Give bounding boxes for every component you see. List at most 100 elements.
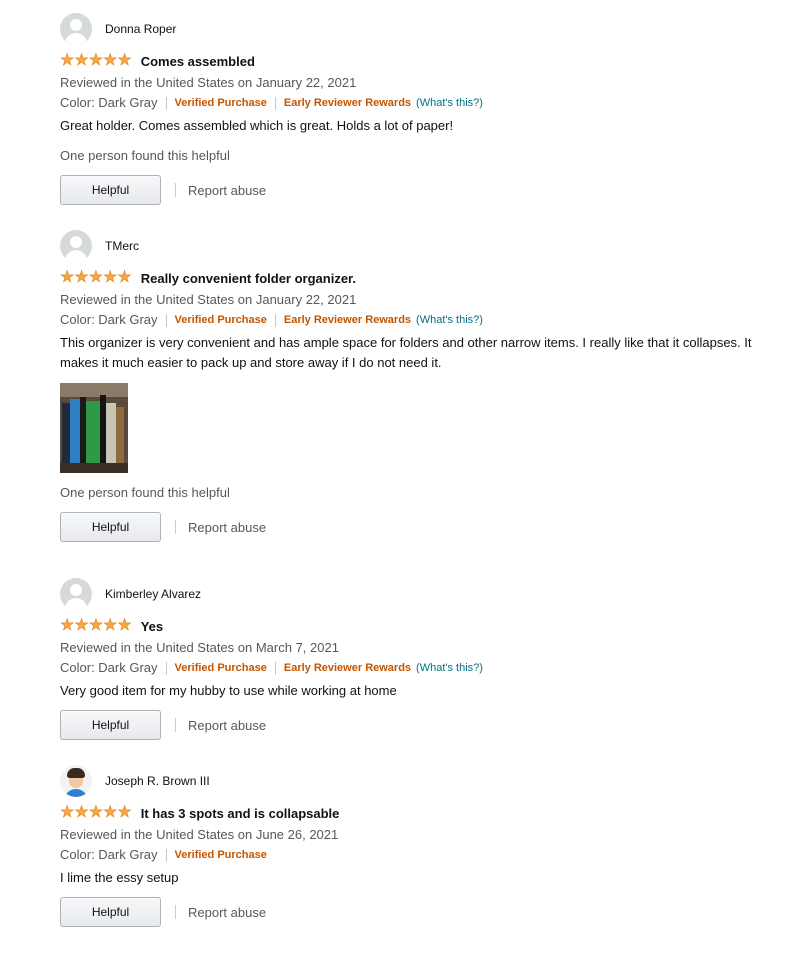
divider: [274, 96, 276, 110]
star-icon: ★: [103, 617, 118, 634]
review-actions: Helpful Report abuse: [60, 511, 760, 543]
review-date: Reviewed in the United States on January…: [60, 75, 357, 90]
star-rating[interactable]: ★ ★ ★ ★ ★: [60, 617, 132, 634]
color-variant[interactable]: Color: Dark Gray: [60, 845, 158, 865]
report-abuse-link[interactable]: Report abuse: [188, 183, 266, 198]
review-tags: Color: Dark Gray Verified Purchase Early…: [60, 310, 760, 330]
helpful-button[interactable]: Helpful: [60, 897, 161, 927]
helpful-count: One person found this helpful: [60, 148, 230, 163]
star-icon: ★: [88, 52, 104, 69]
folder-organizer-photo-icon: [60, 383, 128, 473]
helpful-button[interactable]: Helpful: [60, 512, 161, 542]
whats-this-link[interactable]: (What's this?): [416, 658, 483, 678]
review-date: Reviewed in the United States on March 7…: [60, 640, 339, 655]
star-icon: ★: [103, 52, 118, 69]
verified-purchase-badge: Verified Purchase: [174, 97, 267, 109]
star-icon: ★: [74, 52, 89, 69]
review-title[interactable]: Really convenient folder organizer.: [141, 271, 356, 286]
star-icon: ★: [103, 269, 118, 286]
review-body: Very good item for my hubby to use while…: [60, 683, 397, 698]
verified-purchase-badge: Verified Purchase: [174, 314, 267, 326]
color-variant[interactable]: Color: Dark Gray: [60, 310, 158, 330]
star-icon: ★: [117, 617, 132, 634]
review-title[interactable]: Yes: [141, 619, 163, 634]
verified-purchase-badge: Verified Purchase: [174, 662, 267, 674]
divider: [165, 313, 167, 327]
avatar-icon[interactable]: [60, 230, 92, 262]
review-author-row: Kimberley Alvarez: [60, 578, 760, 610]
review-body: Great holder. Comes assembled which is g…: [60, 118, 454, 133]
divider: [175, 520, 176, 534]
review-card: Kimberley Alvarez ★ ★ ★ ★ ★ Yes Reviewed in …: [60, 578, 760, 741]
star-icon: ★: [74, 804, 89, 821]
star-icon: ★: [117, 269, 132, 286]
star-icon: ★: [117, 804, 132, 821]
whats-this-link[interactable]: (What's this?): [416, 93, 483, 113]
review-date: Reviewed in the United States on January…: [60, 292, 357, 307]
review-body: I lime the essy setup: [60, 870, 179, 885]
review-title-row: ★ ★ ★ ★ ★ Really convenient folder organizer…: [60, 268, 760, 288]
review-tags: Color: Dark Gray Verified Purchase: [60, 845, 760, 865]
divider: [165, 96, 167, 110]
review-title-row: ★ ★ ★ ★ ★ It has 3 spots and is collapsable: [60, 803, 760, 823]
profile-photo-icon[interactable]: [60, 765, 92, 797]
review-title[interactable]: It has 3 spots and is collapsable: [141, 806, 340, 821]
early-reviewer-badge: Early Reviewer Rewards: [283, 97, 412, 109]
review-actions: Helpful Report abuse: [60, 709, 760, 741]
review-author-row: TMerc: [60, 230, 760, 262]
avatar-icon[interactable]: [60, 578, 92, 610]
review-tags: Color: Dark Gray Verified Purchase Early…: [60, 93, 760, 113]
review-title-row: ★ ★ ★ ★ ★ Yes: [60, 616, 760, 636]
star-icon: ★: [88, 804, 104, 821]
report-abuse-link[interactable]: Report abuse: [188, 905, 266, 920]
helpful-button[interactable]: Helpful: [60, 710, 161, 740]
avatar-icon[interactable]: [60, 13, 92, 45]
star-icon: ★: [88, 269, 104, 286]
star-icon: ★: [103, 804, 118, 821]
review-title-row: ★ ★ ★ ★ ★ Comes assembled: [60, 51, 760, 71]
early-reviewer-badge: Early Reviewer Rewards: [283, 314, 412, 326]
star-rating[interactable]: ★ ★ ★ ★ ★: [60, 269, 132, 286]
divider: [165, 848, 167, 862]
review-body: This organizer is very convenient and ha…: [60, 335, 752, 370]
report-abuse-link[interactable]: Report abuse: [188, 718, 266, 733]
star-icon: ★: [60, 52, 75, 69]
review-photo[interactable]: [60, 383, 128, 473]
star-rating[interactable]: ★ ★ ★ ★ ★: [60, 804, 132, 821]
author-name[interactable]: Joseph R. Brown III: [105, 774, 210, 788]
author-name[interactable]: TMerc: [105, 239, 139, 253]
star-rating[interactable]: ★ ★ ★ ★ ★: [60, 52, 132, 69]
star-icon: ★: [60, 269, 75, 286]
review-card: Joseph R. Brown III ★ ★ ★ ★ ★ It has 3 spots…: [60, 765, 760, 928]
color-variant[interactable]: Color: Dark Gray: [60, 658, 158, 678]
review-actions: Helpful Report abuse: [60, 896, 760, 928]
report-abuse-link[interactable]: Report abuse: [188, 520, 266, 535]
review-card: TMerc ★ ★ ★ ★ ★ Really convenient folder org…: [60, 230, 760, 543]
review-date: Reviewed in the United States on June 26…: [60, 827, 339, 842]
review-author-row: Joseph R. Brown III: [60, 765, 760, 797]
star-icon: ★: [88, 617, 104, 634]
verified-purchase-badge: Verified Purchase: [174, 849, 267, 861]
divider: [165, 661, 167, 675]
divider: [175, 905, 176, 919]
review-tags: Color: Dark Gray Verified Purchase Early…: [60, 658, 760, 678]
review-card: Donna Roper ★ ★ ★ ★ ★ Comes assembled Review…: [60, 13, 760, 206]
review-author-row: Donna Roper: [60, 13, 760, 45]
review-actions: Helpful Report abuse: [60, 174, 760, 206]
early-reviewer-badge: Early Reviewer Rewards: [283, 662, 412, 674]
divider: [274, 313, 276, 327]
star-icon: ★: [74, 617, 89, 634]
helpful-button[interactable]: Helpful: [60, 175, 161, 205]
divider: [274, 661, 276, 675]
star-icon: ★: [60, 804, 75, 821]
star-icon: ★: [74, 269, 89, 286]
color-variant[interactable]: Color: Dark Gray: [60, 93, 158, 113]
star-icon: ★: [60, 617, 75, 634]
divider: [175, 718, 176, 732]
helpful-count: One person found this helpful: [60, 485, 230, 500]
author-name[interactable]: Kimberley Alvarez: [105, 587, 201, 601]
author-name[interactable]: Donna Roper: [105, 22, 176, 36]
review-title[interactable]: Comes assembled: [141, 54, 255, 69]
whats-this-link[interactable]: (What's this?): [416, 310, 483, 330]
divider: [175, 183, 176, 197]
